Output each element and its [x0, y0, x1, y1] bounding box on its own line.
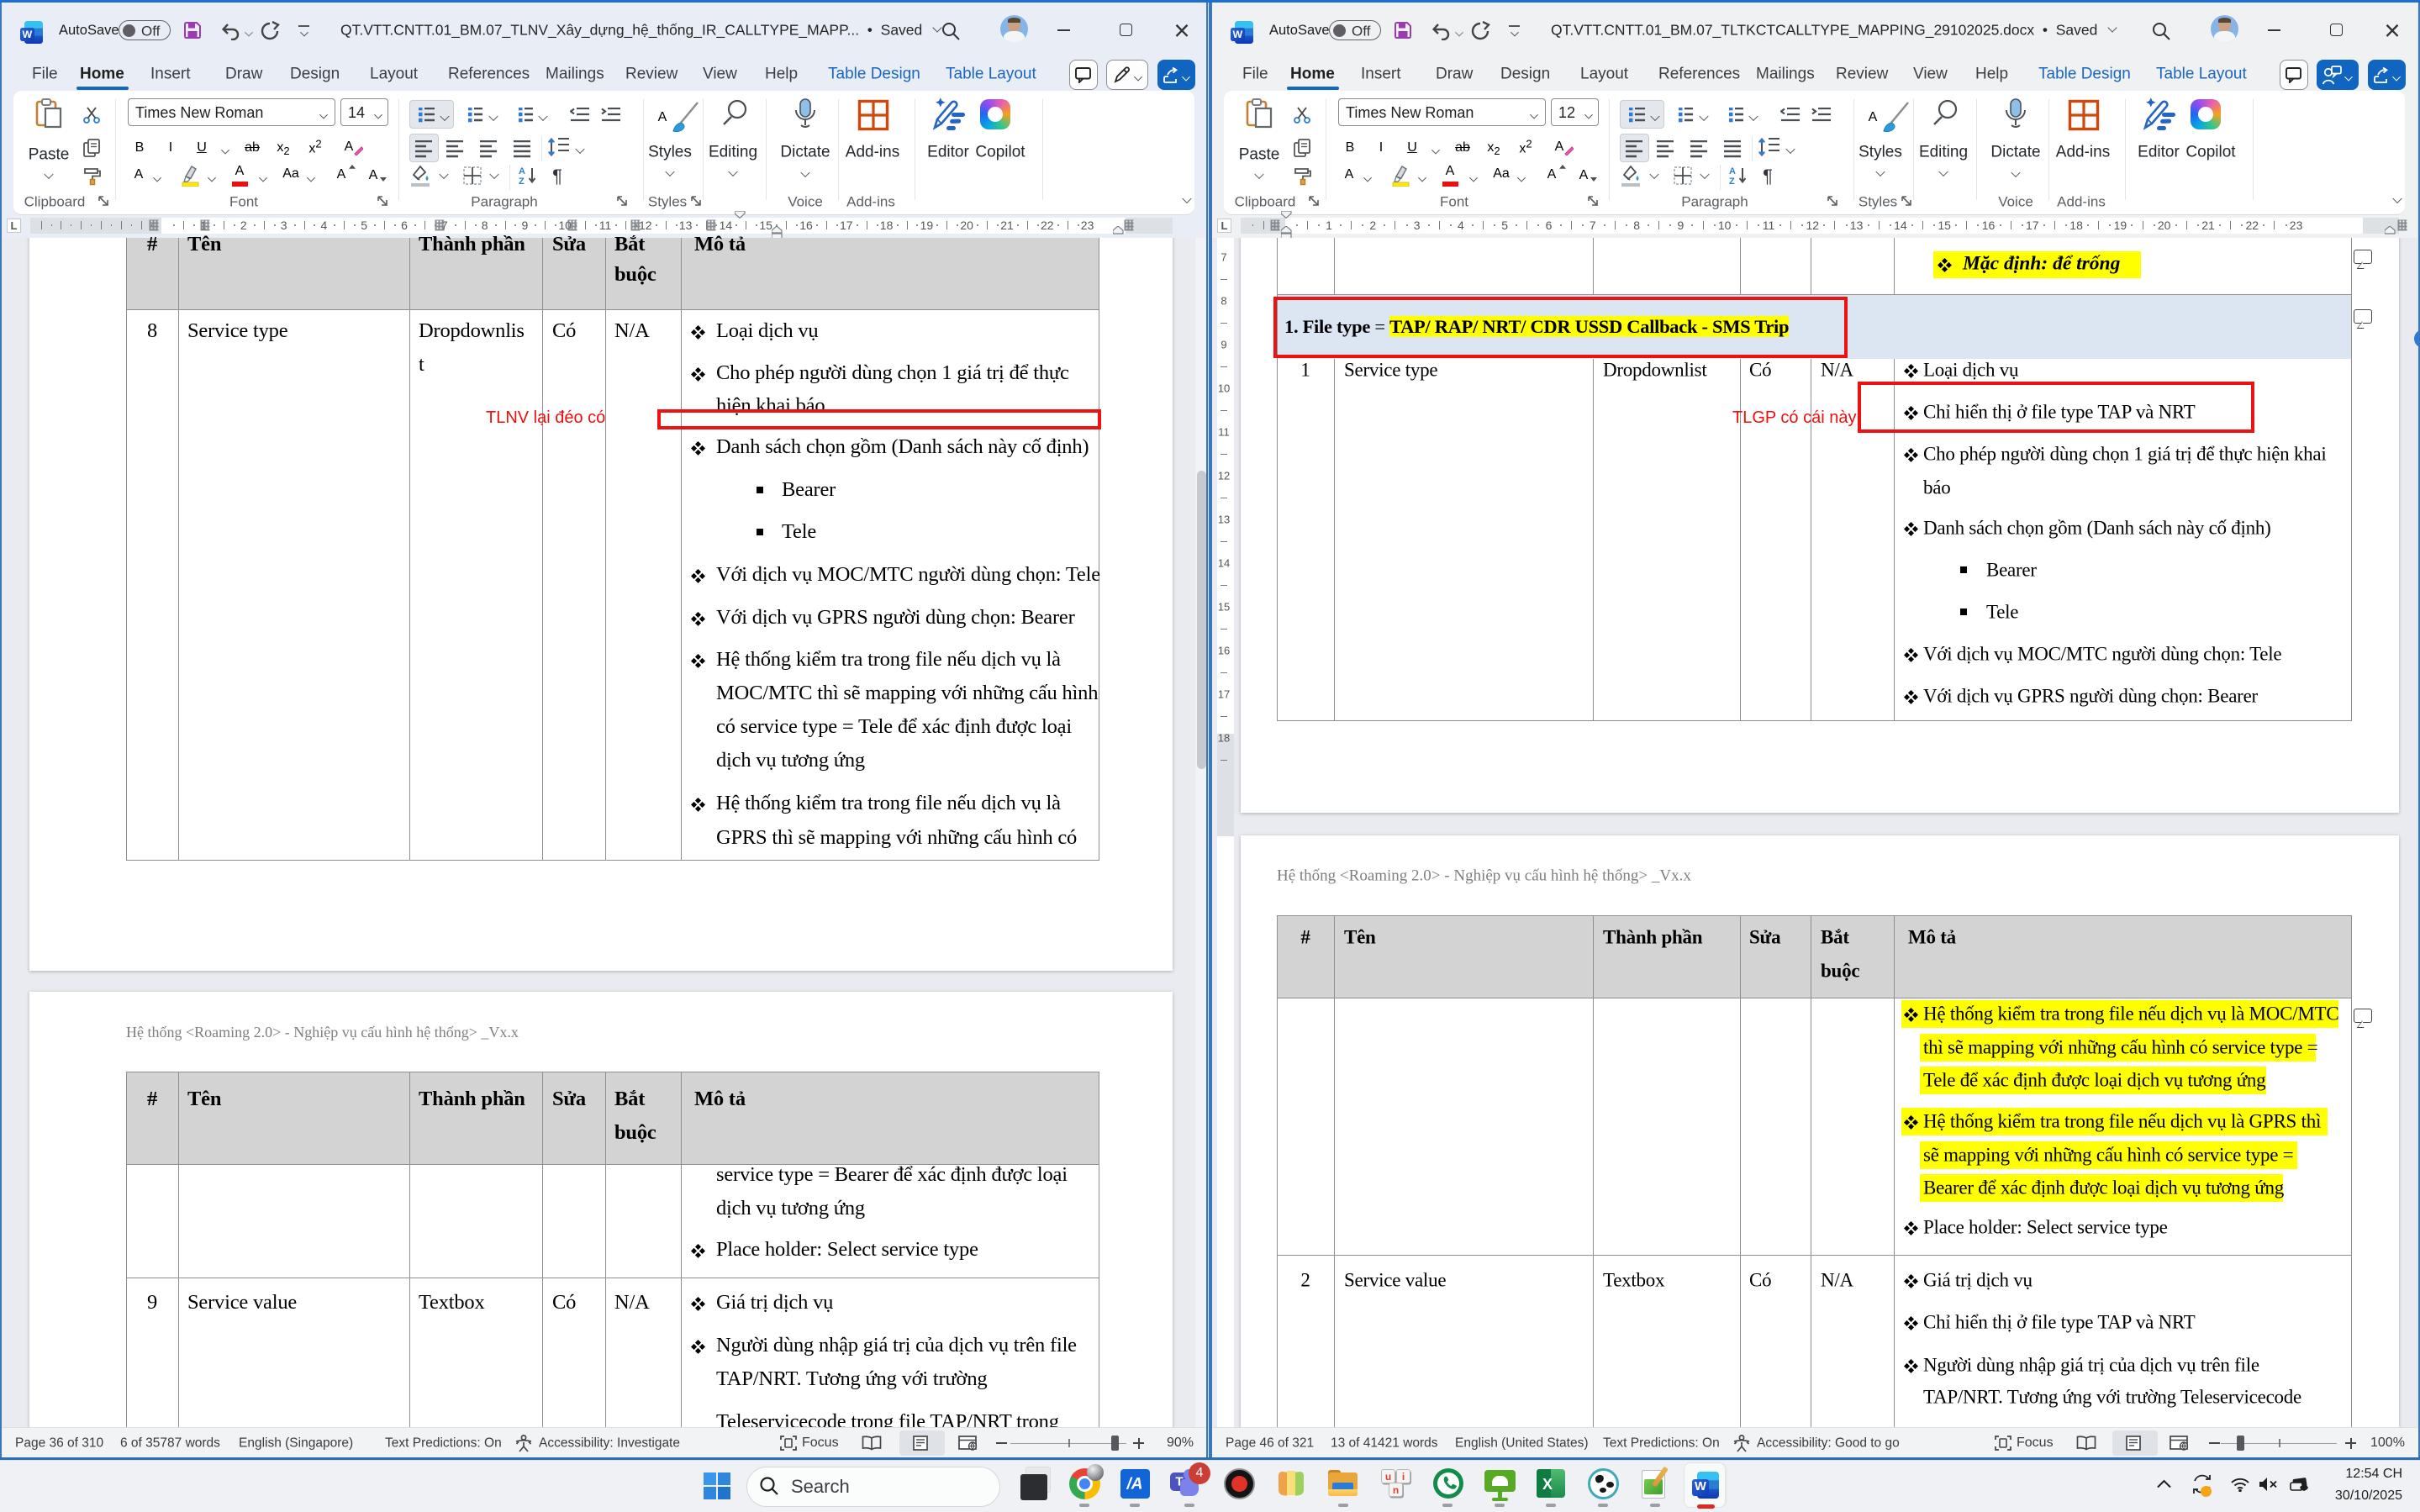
svg-text:Z: Z	[519, 176, 525, 185]
svg-text:A: A	[519, 166, 525, 176]
svg-text:Z: Z	[1729, 176, 1735, 185]
svg-text:A: A	[1729, 166, 1736, 176]
